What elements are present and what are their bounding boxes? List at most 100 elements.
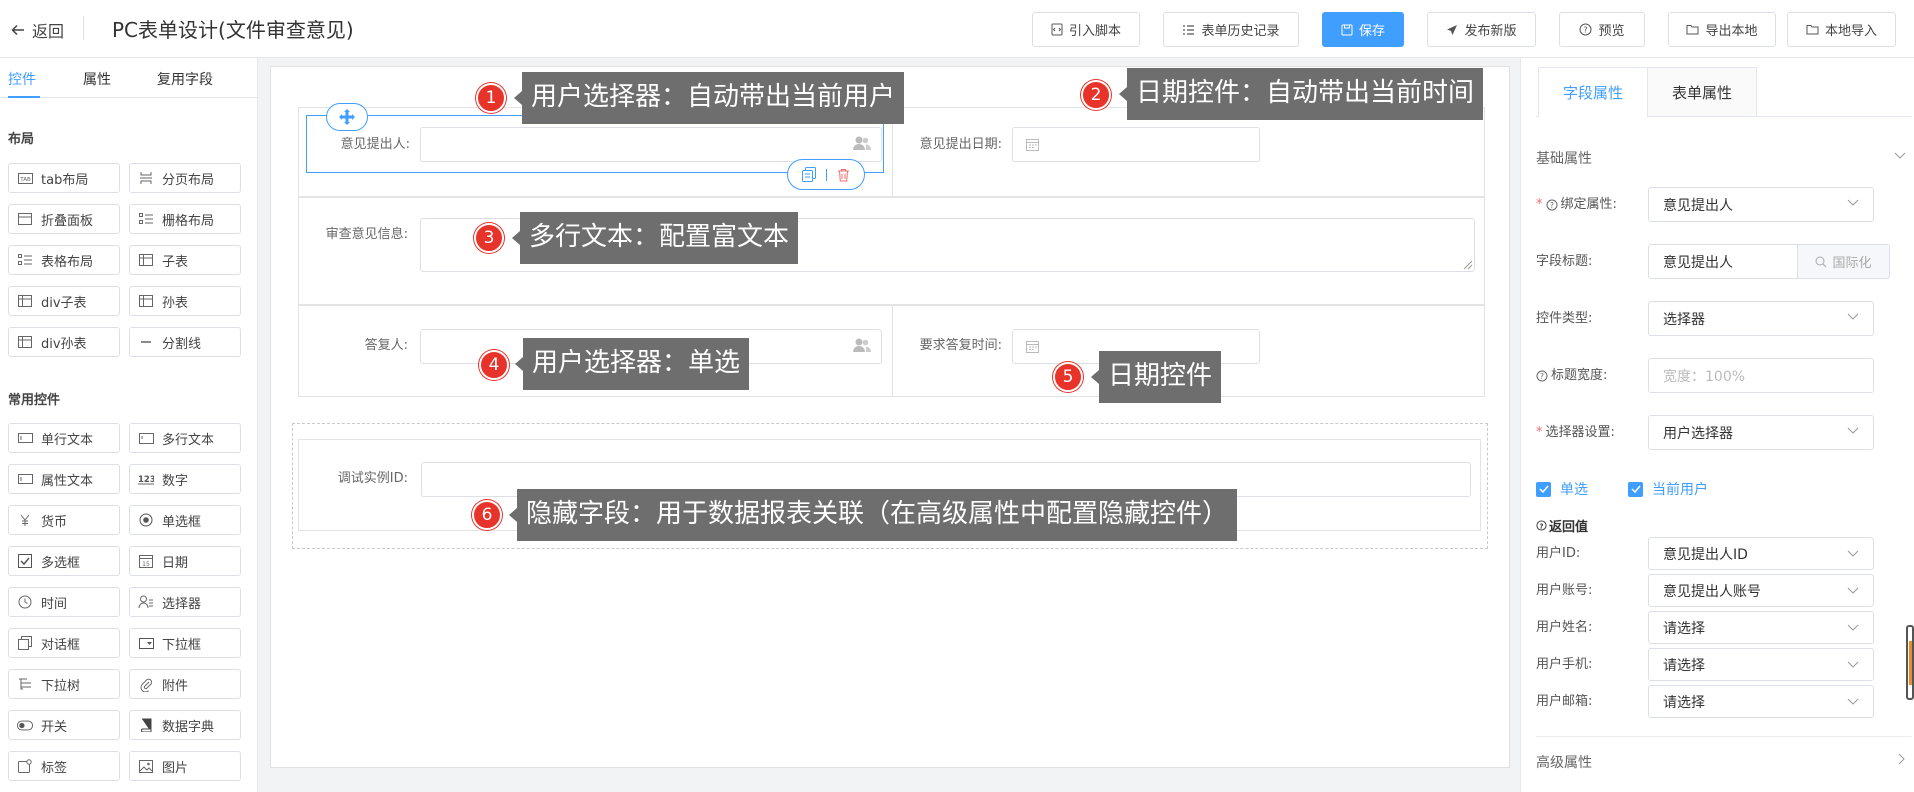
folder-icon [1686, 24, 1699, 35]
debug-id-label: 调试实例ID: [337, 471, 408, 486]
chevron-down-icon[interactable] [1894, 152, 1906, 160]
tab-reuse-fields[interactable]: 复用字段 [157, 70, 213, 90]
tab-icon: TAB [17, 170, 33, 186]
comp-attr-text[interactable]: 属性文本 [8, 464, 120, 494]
title-width-label-row: ? 标题宽度: [1536, 367, 1607, 385]
import-local-button[interactable]: 本地导入 [1787, 12, 1896, 47]
comp-dropdown-tree[interactable]: 下拉树 [8, 669, 120, 699]
list-icon [1182, 24, 1195, 36]
chevron-right-icon[interactable] [1898, 753, 1906, 765]
comp-attachment[interactable]: 附件 [129, 669, 241, 699]
comp-selector[interactable]: 选择器 [129, 587, 241, 617]
divider-icon [138, 334, 154, 350]
chevron-down-icon [1847, 587, 1859, 595]
basic-section-title[interactable]: 基础属性 [1536, 148, 1592, 168]
return-user-name-select[interactable]: 请选择 [1648, 611, 1874, 644]
required-mark: * [1536, 425, 1543, 440]
move-icon [339, 109, 355, 125]
user-group-icon[interactable] [852, 135, 872, 151]
advanced-section-title[interactable]: 高级属性 [1536, 752, 1592, 772]
comp-label[interactable]: 标签 [8, 751, 120, 781]
user-select-icon [138, 594, 154, 610]
title-width-input[interactable]: 宽度：100% [1648, 358, 1874, 393]
comp-currency[interactable]: 货币 [8, 505, 120, 535]
return-value-title: ? 返回值 [1536, 516, 1588, 535]
selector-setting-select[interactable]: 用户选择器 [1648, 415, 1874, 450]
tab-field-props[interactable]: 字段属性 [1538, 67, 1648, 118]
comp-grandchild-table[interactable]: 孙表 [129, 286, 241, 316]
calendar-icon [1026, 138, 1039, 151]
comp-radio[interactable]: 单选框 [129, 505, 241, 535]
callout-badge-5: 5 [1053, 362, 1083, 392]
collapse-icon [17, 211, 33, 227]
tab-form-props[interactable]: 表单属性 [1647, 67, 1757, 117]
export-local-button[interactable]: 导出本地 [1668, 12, 1776, 47]
comp-page-layout[interactable]: 分页布局 [129, 163, 241, 193]
folder-icon [1806, 24, 1819, 35]
help-icon: ? [1536, 370, 1548, 382]
comp-collapse-panel[interactable]: 折叠面板 [8, 204, 120, 234]
callout-badge-1: 1 [476, 83, 506, 113]
input-icon [17, 471, 33, 487]
section-divider [1536, 736, 1912, 737]
radio-icon [138, 512, 154, 528]
comp-data-dict[interactable]: 数据字典 [129, 710, 241, 740]
comp-divider[interactable]: 分割线 [129, 327, 241, 357]
return-user-phone-select[interactable]: 请选择 [1648, 648, 1874, 681]
comp-dialog[interactable]: 对话框 [8, 628, 120, 658]
control-type-select[interactable]: 选择器 [1648, 301, 1874, 336]
propose-date-input[interactable] [1012, 127, 1260, 162]
scrollbar-thumb[interactable] [1906, 625, 1914, 700]
resize-grip-icon[interactable] [1463, 260, 1473, 270]
preview-button[interactable]: ? 预览 [1559, 12, 1645, 47]
comp-table-layout[interactable]: 表格布局 [8, 245, 120, 275]
send-icon [1446, 24, 1458, 36]
reply-time-label: 要求答复时间: [919, 338, 1002, 353]
input-icon [17, 430, 33, 446]
svg-text:15: 15 [142, 561, 150, 568]
save-button[interactable]: 保存 [1322, 12, 1404, 47]
i18n-button[interactable]: 国际化 [1797, 244, 1890, 279]
comp-number[interactable]: 123 数字 [129, 464, 241, 494]
save-icon [1341, 24, 1353, 36]
comp-grid-layout[interactable]: 栅格布局 [129, 204, 241, 234]
single-checkbox[interactable]: 单选 [1536, 479, 1588, 499]
import-script-button[interactable]: 引入脚本 [1032, 12, 1140, 47]
move-handle[interactable] [326, 103, 368, 131]
comp-div-subtable[interactable]: div子表 [8, 286, 120, 316]
replier-label: 答复人: [364, 338, 408, 353]
comp-dropdown[interactable]: 下拉框 [129, 628, 241, 658]
callout-2: 日期控件：自动带出当前时间 [1118, 68, 1484, 120]
comp-switch[interactable]: 开关 [8, 710, 120, 740]
comp-tab-layout[interactable]: TAB tab布局 [8, 163, 120, 193]
comp-subtable[interactable]: 子表 [129, 245, 241, 275]
tab-properties[interactable]: 属性 [83, 70, 111, 90]
comp-checkbox[interactable]: 多选框 [8, 546, 120, 576]
comp-time[interactable]: 时间 [8, 587, 120, 617]
back-button[interactable]: 返回 [10, 17, 64, 43]
bind-property-select[interactable]: 意见提出人 [1648, 187, 1874, 222]
comp-date[interactable]: 15 日期 [129, 546, 241, 576]
return-user-id-select[interactable]: 意见提出人ID [1648, 537, 1874, 570]
current-user-checkbox[interactable]: 当前用户 [1628, 479, 1708, 499]
proposer-input[interactable] [420, 127, 882, 162]
copy-icon[interactable] [802, 167, 816, 182]
field-title-input[interactable]: 意见提出人 [1648, 244, 1798, 279]
chevron-down-icon [1847, 550, 1859, 558]
comp-multi-text[interactable]: 多行文本 [129, 423, 241, 453]
history-button[interactable]: 表单历史记录 [1163, 12, 1299, 47]
comp-image[interactable]: 图片 [129, 751, 241, 781]
comp-div-grandchild-table[interactable]: div孙表 [8, 327, 120, 357]
toolbar-divider [826, 168, 827, 181]
user-group-icon[interactable] [852, 337, 872, 353]
return-user-account-select[interactable]: 意见提出人账号 [1648, 574, 1874, 607]
publish-button[interactable]: 发布新版 [1427, 12, 1536, 47]
file-script-icon [1051, 23, 1063, 36]
comp-single-text[interactable]: 单行文本 [8, 423, 120, 453]
return-user-email-select[interactable]: 请选择 [1648, 685, 1874, 718]
trash-icon[interactable] [837, 168, 850, 182]
field-title-label: 字段标题: [1536, 254, 1593, 269]
return-user-id-label: 用户ID: [1536, 546, 1581, 561]
label-icon [17, 758, 33, 774]
tab-controls[interactable]: 控件 [8, 70, 36, 90]
